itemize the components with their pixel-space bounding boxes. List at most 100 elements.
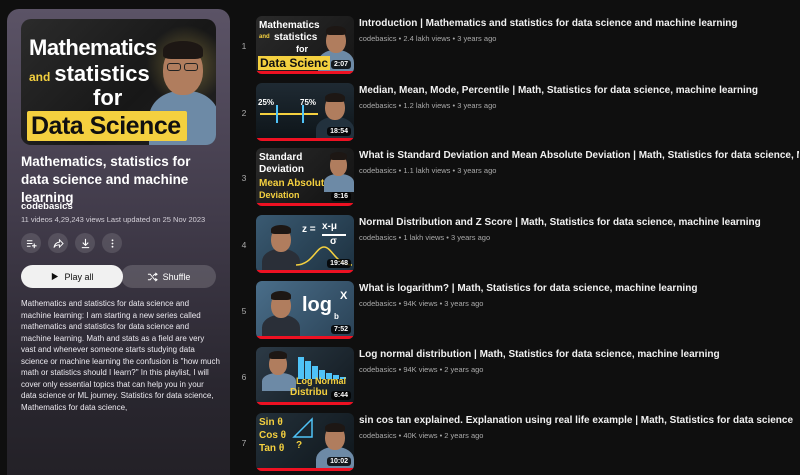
watch-progress-bar — [256, 270, 354, 273]
playlist-video-row[interactable]: 4 z = x-μ σ 19:48 Normal Distribution an… — [238, 215, 798, 279]
thumb-text: Deviation — [259, 164, 305, 175]
hero-line-2: and statistics — [29, 63, 150, 85]
triangle-graphic — [292, 417, 313, 438]
video-title-link[interactable]: Median, Mean, Mode, Percentile | Math, S… — [359, 85, 799, 96]
video-thumbnail[interactable]: Standard Deviation Mean Absolute Deviati… — [256, 148, 354, 206]
video-thumbnail[interactable]: Mathematics and statistics for Data Scie… — [256, 16, 354, 74]
video-duration: 6:44 — [330, 391, 351, 400]
playlist-video-row[interactable]: 6 Log Normal Distribu 6:44 Log normal di… — [238, 347, 798, 411]
download-button[interactable] — [75, 233, 95, 253]
watch-progress-bar — [256, 203, 354, 206]
hero-line-3: for — [93, 85, 123, 110]
presenter-image — [260, 219, 300, 273]
hero-line-2-small: and — [29, 70, 51, 84]
watch-progress-bar — [256, 402, 354, 405]
video-thumbnail[interactable]: 25% 75% 18:54 — [256, 83, 354, 141]
playlist-video-row[interactable]: 1 Mathematics and statistics for Data Sc… — [238, 16, 798, 80]
thumb-text: Tan θ — [259, 443, 285, 454]
thumb-text: Data Scienc — [260, 56, 329, 70]
add-to-queue-button[interactable] — [21, 233, 41, 253]
hero-line-2-main: statistics — [54, 61, 150, 86]
playlist-actions — [21, 233, 122, 253]
thumb-text: ? — [296, 440, 303, 451]
download-icon — [81, 238, 89, 248]
thumb-marker — [276, 105, 278, 123]
playlist-owner-link[interactable]: codebasics — [21, 201, 73, 212]
thumb-text: Mean Absolute — [259, 178, 330, 189]
playlist-video-row[interactable]: 2 25% 75% 18:54 Median, Mean, Mode, Perc… — [238, 83, 798, 147]
thumb-text: for — [296, 44, 308, 54]
playlist-stats: 11 videos 4,29,243 views Last updated on… — [21, 215, 206, 224]
video-duration: 2:07 — [330, 60, 351, 69]
video-thumbnail[interactable]: Log Normal Distribu 6:44 — [256, 347, 354, 405]
video-thumbnail[interactable]: log b X 7:52 — [256, 281, 354, 339]
thumb-text: Log Normal — [296, 376, 347, 386]
video-index: 2 — [241, 108, 247, 118]
more-vertical-icon — [111, 238, 113, 248]
video-title-link[interactable]: Normal Distribution and Z Score | Math, … — [359, 217, 799, 228]
video-meta: codebasics • 1.1 lakh views • 3 years ag… — [359, 166, 497, 175]
video-duration: 8:16 — [330, 192, 351, 201]
video-title-link[interactable]: Introduction | Mathematics and statistic… — [359, 18, 799, 29]
thumb-text: and — [259, 34, 270, 40]
watch-progress-bar — [256, 71, 354, 74]
playlist-description: Mathematics and statistics for data scie… — [21, 299, 220, 412]
playlist-title: Mathematics, statistics for data science… — [21, 154, 191, 205]
video-duration: 7:52 — [330, 325, 351, 334]
thumb-text: statistics — [274, 32, 318, 43]
video-meta: codebasics • 94K views • 2 years ago — [359, 365, 484, 374]
play-all-button[interactable]: Play all — [21, 265, 123, 288]
playlist-header-panel: Mathematics and statistics for Data Scien… — [7, 9, 230, 475]
watch-progress-bar — [256, 468, 354, 471]
presenter-image — [322, 150, 354, 192]
video-thumbnail[interactable]: z = x-μ σ 19:48 — [256, 215, 354, 273]
video-index: 4 — [241, 240, 247, 250]
video-meta: codebasics • 94K views • 3 years ago — [359, 299, 484, 308]
video-title-link[interactable]: What is logarithm? | Math, Statistics fo… — [359, 283, 799, 294]
presenter-image — [260, 285, 300, 339]
video-index: 3 — [241, 173, 247, 183]
share-button[interactable] — [48, 233, 68, 253]
video-duration: 18:54 — [327, 127, 351, 136]
thumb-text: b — [334, 312, 339, 321]
video-index: 5 — [241, 306, 247, 316]
video-index: 1 — [241, 41, 247, 51]
video-meta: codebasics • 1.2 lakh views • 3 years ag… — [359, 101, 497, 110]
shuffle-label: Shuffle — [162, 271, 191, 282]
thumb-text: X — [340, 290, 348, 302]
thumb-text: Deviation — [259, 190, 300, 200]
play-icon — [52, 272, 59, 281]
playlist-video-row[interactable]: 7 Sin θ Cos θ Tan θ ? 10:02 sin cos tan … — [238, 413, 798, 475]
more-options-button[interactable] — [102, 233, 122, 253]
playlist-thumbnail[interactable]: Mathematics and statistics for Data Scien… — [21, 19, 216, 145]
shuffle-button[interactable]: Shuffle — [121, 265, 216, 288]
video-title-link[interactable]: Log normal distribution | Math, Statisti… — [359, 349, 799, 360]
presenter-image — [260, 349, 296, 391]
video-title-link[interactable]: sin cos tan explained. Explanation using… — [359, 415, 799, 426]
thumb-text: Mathematics — [259, 20, 320, 31]
video-meta: codebasics • 40K views • 2 years ago — [359, 431, 484, 440]
playlist-video-row[interactable]: 5 log b X 7:52 What is logarithm? | Math… — [238, 281, 798, 345]
video-index: 7 — [241, 438, 247, 448]
watch-progress-bar — [256, 336, 354, 339]
video-meta: codebasics • 1 lakh views • 3 years ago — [359, 233, 491, 242]
video-duration: 10:02 — [327, 457, 351, 466]
watch-progress-bar — [256, 138, 354, 141]
thumb-marker — [302, 105, 304, 123]
thumb-text: Cos θ — [259, 430, 287, 441]
thumb-text: Distribu — [290, 387, 328, 398]
hero-line-1: Mathematics — [29, 35, 157, 60]
video-duration: 19:48 — [327, 259, 351, 268]
play-all-label: Play all — [64, 271, 94, 282]
thumb-text: Sin θ — [259, 417, 283, 428]
add-to-queue-icon — [26, 239, 37, 248]
video-meta: codebasics • 2.4 lakh views • 3 years ag… — [359, 34, 497, 43]
video-title-link[interactable]: What is Standard Deviation and Mean Abso… — [359, 150, 799, 161]
thumb-number-line — [260, 113, 318, 115]
hero-line-4: Data Science — [31, 112, 181, 140]
playlist-video-row[interactable]: 3 Standard Deviation Mean Absolute Devia… — [238, 148, 799, 212]
thumb-text: Standard — [259, 152, 303, 163]
thumb-text: 25% — [258, 98, 275, 107]
share-icon — [52, 238, 64, 248]
video-thumbnail[interactable]: Sin θ Cos θ Tan θ ? 10:02 — [256, 413, 354, 471]
